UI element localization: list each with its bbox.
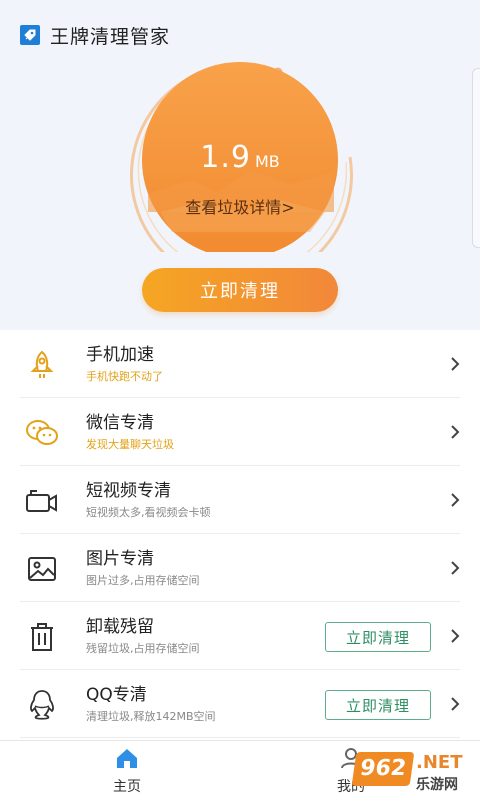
item-title: 手机加速 [86,345,154,365]
chevron-right-icon [451,697,460,711]
watermark-net: .NET [416,752,463,773]
item-title: QQ专清 [86,685,147,705]
app-title: 王牌清理管家 [50,25,171,48]
picture-icon [24,551,60,587]
home-icon [117,749,137,768]
chevron-right-icon [451,357,460,371]
video-camera-icon [24,483,60,519]
item-title: 卸载残留 [86,617,154,637]
site-watermark: 962 .NET 乐游网 [351,750,478,798]
tab-home[interactable]: 主页 [82,747,172,797]
qq-icon [24,687,60,723]
list-item-uninstall-residue[interactable]: 卸载残留 残留垃圾,占用存储空间 立即清理 [0,602,480,670]
item-title: 短视频专清 [86,481,171,501]
wechat-icon [24,415,60,451]
qq-clean-button[interactable]: 立即清理 [325,690,431,720]
tab-home-label: 主页 [113,779,141,795]
feature-list: 手机加速 手机快跑不动了 微信专清 发现大量聊天垃圾 短视频专清 短视频太多,看… [0,330,480,738]
uninstall-residue-clean-button[interactable]: 立即清理 [325,622,431,652]
list-item-picture-clean[interactable]: 图片专清 图片过多,占用存储空间 [0,534,480,602]
rocket-icon [24,347,60,383]
junk-size: 1.9 MB [120,140,360,175]
watermark-cn: 乐游网 [416,777,458,793]
list-item-phone-boost[interactable]: 手机加速 手机快跑不动了 [0,330,480,398]
item-title: 微信专清 [86,413,154,433]
chevron-right-icon [451,493,460,507]
view-junk-details-link[interactable]: 查看垃圾详情> [120,194,360,218]
item-subtitle: 发现大量聊天垃圾 [86,438,174,451]
list-item-wechat-clean[interactable]: 微信专清 发现大量聊天垃圾 [0,398,480,466]
list-item-qq-clean[interactable]: QQ专清 清理垃圾,释放142MB空间 立即清理 [0,670,480,738]
watermark-badge: 962 [351,752,415,786]
chevron-right-icon [451,425,460,439]
item-subtitle: 图片过多,占用存储空间 [86,574,200,587]
item-title: 图片专清 [86,549,154,569]
side-drawer-handle[interactable] [472,68,480,248]
item-subtitle: 手机快跑不动了 [86,370,163,383]
top-area: 王牌清理管家 1.9 MB 查看垃圾详情> 立即清理 [0,0,480,330]
junk-gauge[interactable]: 1.9 MB 查看垃圾详情> [120,62,360,252]
app-logo-icon [20,25,40,45]
item-subtitle: 短视频太多,看视频会卡顿 [86,506,211,519]
item-subtitle: 残留垃圾,占用存储空间 [86,642,200,655]
junk-size-value: 1.9 [200,140,251,175]
app-header: 王牌清理管家 [20,22,170,48]
list-item-short-video-clean[interactable]: 短视频专清 短视频太多,看视频会卡顿 [0,466,480,534]
junk-size-unit: MB [254,152,280,171]
item-subtitle: 清理垃圾,释放142MB空间 [86,710,216,723]
trash-icon [24,619,60,655]
chevron-right-icon [451,629,460,643]
chevron-right-icon [451,561,460,575]
clean-now-button[interactable]: 立即清理 [142,268,338,312]
